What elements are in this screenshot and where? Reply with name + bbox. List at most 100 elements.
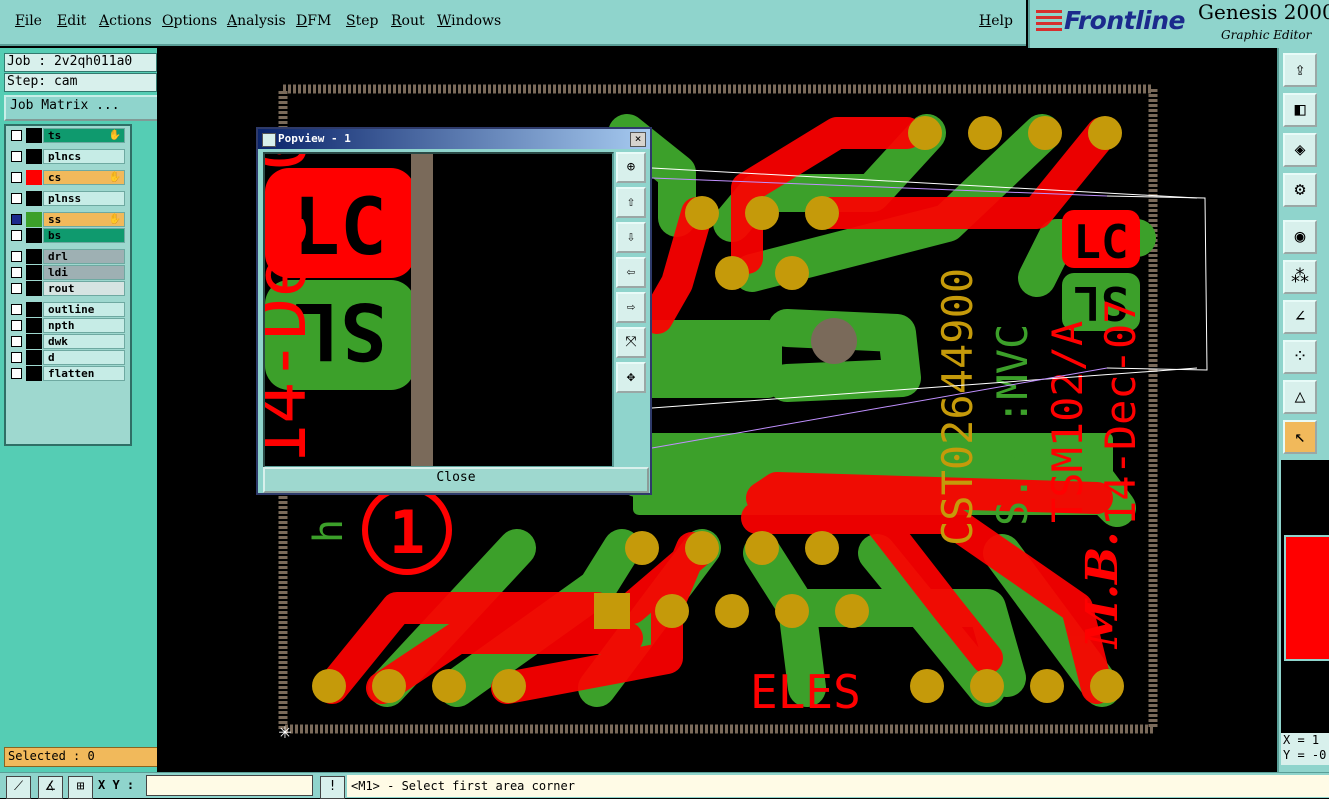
pv-pan-up-icon[interactable]: ⇧ [616,187,646,218]
layer-color-swatch[interactable] [26,149,42,164]
layer-color-swatch[interactable] [26,265,42,280]
snap-icon[interactable]: ⁘ [1283,340,1317,374]
overview-map[interactable] [1281,460,1329,745]
layer-checkbox[interactable] [11,352,22,363]
measure-icon[interactable]: ⚙ [1283,173,1317,207]
menu-dfm[interactable]: DFM [296,13,331,29]
menu-file[interactable]: File [15,13,42,29]
coord-y: Y = -0 [1283,748,1327,762]
pv-pan-down-icon[interactable]: ⇩ [616,222,646,253]
layer-name[interactable]: ldi [43,265,125,280]
layer-checkbox[interactable] [11,368,22,379]
layer-name[interactable]: npth [43,318,125,333]
snap-angle-icon[interactable]: ∡ [38,776,63,799]
menu-step[interactable]: Step [346,13,378,29]
layer-checkbox[interactable] [11,230,22,241]
layer-list: ts ✋ plncs cs ✋ plnss ss ✋ bs drl ldi rout outline np… [4,124,132,446]
layer-color-swatch[interactable] [26,318,42,333]
layer-row-outline[interactable]: outline [8,302,125,318]
layer-checkbox[interactable] [11,336,22,347]
layer-row-plnss[interactable]: plnss [8,191,125,207]
layer-color-swatch[interactable] [26,366,42,381]
layer-row-plncs[interactable]: plncs [8,149,125,165]
menu-options[interactable]: Options [162,13,217,29]
layer-name[interactable]: ts ✋ [43,128,125,143]
pv-home-icon[interactable]: ✥ [616,362,646,393]
layer-checkbox[interactable] [11,251,22,262]
fit-screen-icon[interactable]: ◈ [1283,133,1317,167]
close-icon[interactable]: × [630,132,646,147]
layer-color-swatch[interactable] [26,128,42,143]
square-pad [594,593,630,629]
layer-row-cs[interactable]: cs ✋ [8,170,125,186]
pv-fit-icon[interactable]: ⤧ [616,327,646,358]
layer-name[interactable]: d [43,350,125,365]
layer-checkbox[interactable] [11,304,22,315]
menu-help[interactable]: Help [979,13,1013,29]
layer-row-flatten[interactable]: flatten [8,366,125,382]
layer-name[interactable]: dwk [43,334,125,349]
layer-row-rout[interactable]: rout [8,281,125,297]
layer-name[interactable]: rout [43,281,125,296]
layer-checkbox[interactable] [11,320,22,331]
layer-color-swatch[interactable] [26,302,42,317]
pointer-icon[interactable]: ↖ [1283,420,1317,454]
layer-color-swatch[interactable] [26,228,42,243]
layer-name[interactable]: plncs [43,149,125,164]
layer-checkbox[interactable] [11,130,22,141]
xy-input[interactable] [146,775,313,796]
layer-checkbox[interactable] [11,267,22,278]
grid-icon[interactable]: ⊞ [68,776,93,799]
layer-name[interactable]: ss ✋ [43,212,125,227]
layer-color-swatch[interactable] [26,170,42,185]
layer-color-swatch[interactable] [26,281,42,296]
layer-row-npth[interactable]: npth [8,318,125,334]
layer-color-swatch[interactable] [26,191,42,206]
job-matrix-button[interactable]: Job Matrix ... [4,95,160,121]
layer-name[interactable]: flatten [43,366,125,381]
menu-actions[interactable]: Actions [99,13,152,29]
pv-text-tsm: TSM102/A [265,154,272,466]
layer-row-dwk[interactable]: dwk [8,334,125,350]
layer-row-drl[interactable]: drl [8,249,125,265]
popview-canvas[interactable]: LC SL 14-Dec-07 TSM102/A [263,152,614,468]
layer-color-swatch[interactable] [26,334,42,349]
layer-row-ldi[interactable]: ldi [8,265,125,281]
layer-name[interactable]: bs [43,228,125,243]
layer-row-ts[interactable]: ts ✋ [8,128,125,144]
pv-pan-right-icon[interactable]: ⇨ [616,292,646,323]
layer-name[interactable]: plnss [43,191,125,206]
popview-close-button[interactable]: Close [263,467,649,493]
layer-row-ss[interactable]: ss ✋ [8,212,125,228]
menu-analysis[interactable]: Analysis [227,13,286,29]
layer-name[interactable]: cs ✋ [43,170,125,185]
alert-icon[interactable]: ! [320,776,345,799]
menu-rout[interactable]: Rout [391,13,425,29]
triangle-icon[interactable]: △ [1283,380,1317,414]
snap-corner-icon[interactable]: ⟋ [6,776,31,799]
angle-icon[interactable]: ∠ [1283,300,1317,334]
connect-icon[interactable]: ⁂ [1283,260,1317,294]
menu-windows[interactable]: Windows [437,13,501,29]
affected-hand-icon: ✋ [108,214,121,225]
layer-checkbox[interactable] [11,172,22,183]
layer-color-swatch[interactable] [26,249,42,264]
layer-checkbox[interactable] [11,193,22,204]
layer-name[interactable]: drl [43,249,125,264]
pv-pan-left-icon[interactable]: ⇦ [616,257,646,288]
layer-color-swatch[interactable] [26,350,42,365]
layer-checkbox[interactable] [11,151,22,162]
menu-edit[interactable]: Edit [57,13,86,29]
zoom-left-icon[interactable]: ◧ [1283,93,1317,127]
layer-checkbox[interactable] [11,214,22,225]
zoom-top-icon[interactable]: ⇪ [1283,53,1317,87]
layer-checkbox[interactable] [11,283,22,294]
popview-title[interactable]: Popview - 1 [258,129,650,149]
select-feature-icon[interactable]: ◉ [1283,220,1317,254]
layer-color-swatch[interactable] [26,212,42,227]
layer-name[interactable]: outline [43,302,125,317]
pv-zoom-in-icon[interactable]: ⊕ [616,152,646,183]
board-text-h: h [306,519,352,543]
layer-row-d[interactable]: d [8,350,125,366]
layer-row-bs[interactable]: bs [8,228,125,244]
